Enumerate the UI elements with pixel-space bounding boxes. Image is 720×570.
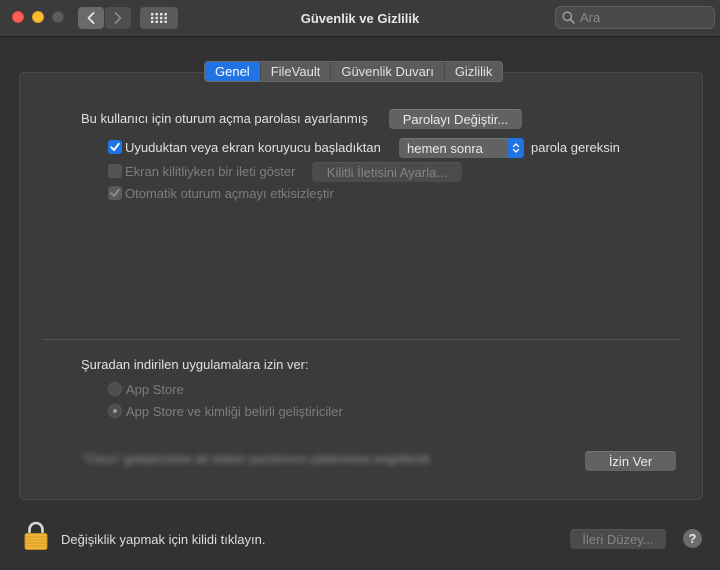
grid-icon	[151, 13, 167, 23]
blocked-software-message: "Cisco" geliştiricisine ait sistem yazıl…	[82, 452, 432, 466]
change-password-button[interactable]: Parolayı Değiştir...	[389, 109, 522, 129]
back-button[interactable]	[78, 7, 104, 29]
downloads-heading: Şuradan indirilen uygulamalara izin ver:	[81, 357, 309, 372]
forward-button[interactable]	[105, 7, 131, 29]
tab-bar: Genel FileVault Güvenlik Duvarı Gizlilik	[204, 61, 504, 82]
search-field[interactable]	[555, 6, 715, 29]
show-all-button[interactable]	[140, 7, 178, 29]
set-lock-message-button[interactable]: Kilitli İletisini Ayarla...	[312, 162, 462, 182]
allow-button[interactable]: İzin Ver	[585, 451, 676, 471]
show-message-label: Ekran kilitliyken bir ileti göster	[125, 164, 296, 179]
checkmark-icon	[110, 188, 120, 197]
section-divider	[42, 339, 680, 340]
minimize-window-button[interactable]	[32, 11, 44, 23]
disable-autologin-checkbox[interactable]	[108, 186, 122, 200]
radio-app-store-identified[interactable]	[108, 404, 122, 418]
advanced-button[interactable]: İleri Düzey...	[570, 529, 666, 549]
tab-privacy[interactable]: Gizlilik	[445, 62, 503, 81]
disable-autologin-label: Otomatik oturum açmayı etkisizleştir	[125, 186, 334, 201]
tab-genel[interactable]: Genel	[205, 62, 261, 81]
show-message-checkbox[interactable]	[108, 164, 122, 178]
search-icon	[562, 11, 575, 24]
chevron-updown-icon	[508, 138, 524, 158]
help-button[interactable]: ?	[683, 529, 702, 548]
tab-firewall[interactable]: Güvenlik Duvarı	[331, 62, 445, 81]
window: Güvenlik ve Gizlilik Genel FileVault Güv…	[0, 0, 720, 570]
lock-icon[interactable]	[23, 521, 49, 556]
chevron-right-icon	[114, 12, 122, 24]
password-delay-select[interactable]: hemen sonra	[399, 138, 524, 158]
require-password-suffix: parola gereksin	[531, 140, 620, 155]
lock-hint-text: Değişiklik yapmak için kilidi tıklayın.	[61, 532, 266, 547]
close-window-button[interactable]	[12, 11, 24, 23]
radio-app-store[interactable]	[108, 382, 122, 396]
search-input[interactable]	[580, 10, 700, 25]
password-delay-value: hemen sonra	[407, 141, 483, 156]
chevron-left-icon	[87, 12, 95, 24]
checkmark-icon	[110, 142, 120, 151]
radio-app-store-label: App Store	[126, 382, 184, 397]
require-password-checkbox[interactable]	[108, 140, 122, 154]
title-bar: Güvenlik ve Gizlilik	[0, 0, 720, 37]
radio-app-store-identified-label: App Store ve kimliği belirli geliştirici…	[126, 404, 343, 419]
password-set-text: Bu kullanıcı için oturum açma parolası a…	[81, 111, 368, 126]
require-password-label: Uyuduktan veya ekran koruyucu başladıkta…	[125, 140, 381, 155]
tab-filevault[interactable]: FileVault	[261, 62, 332, 81]
settings-panel	[19, 72, 703, 500]
zoom-window-button[interactable]	[52, 11, 64, 23]
